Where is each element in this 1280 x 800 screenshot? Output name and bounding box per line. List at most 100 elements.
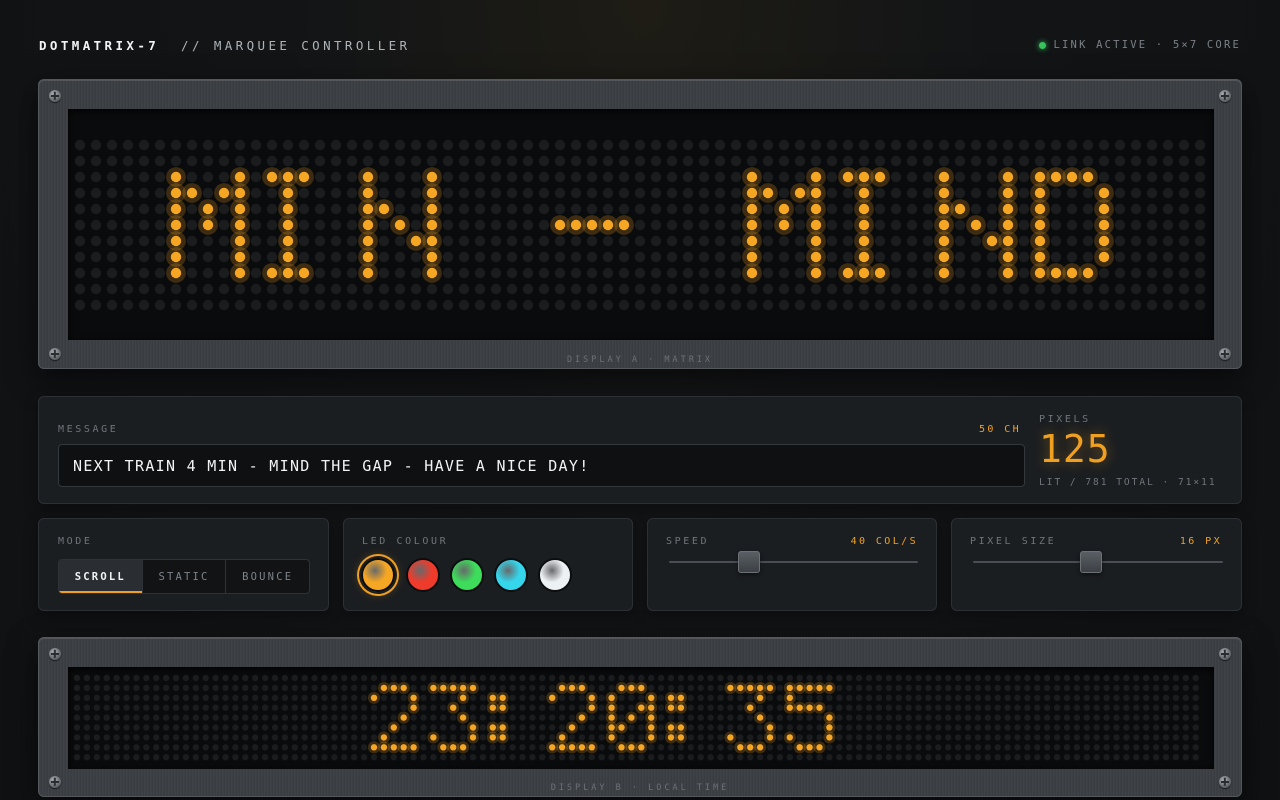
- display-b-led-off: [1162, 724, 1170, 731]
- display-b-led-off: [430, 714, 437, 721]
- display-b-led-off: [192, 704, 199, 711]
- display-b-led-off: [242, 714, 249, 721]
- display-b-led-off: [697, 684, 704, 692]
- display-b-led-off: [717, 714, 724, 721]
- display-a-led-off: [250, 139, 262, 151]
- display-a-led-on: [170, 171, 182, 183]
- display-b-led-off: [885, 684, 892, 692]
- mode-bounce-button[interactable]: BOUNCE: [226, 560, 309, 593]
- display-a-led-on: [1098, 203, 1110, 215]
- display-a-led-on: [234, 203, 246, 215]
- display-b-led-off: [133, 754, 140, 761]
- display-a-led-off: [506, 155, 518, 167]
- display-b-led-off: [1053, 674, 1061, 682]
- display-b-led-off: [974, 724, 982, 731]
- display-b-led-off: [1044, 714, 1051, 721]
- display-a-led-off: [762, 139, 774, 151]
- display-b-led-off: [539, 674, 546, 682]
- display-b-led-on: [400, 744, 407, 751]
- display-b-led-off: [776, 674, 784, 682]
- display-b-led-on: [638, 704, 645, 711]
- display-a-led-off: [250, 171, 262, 183]
- display-a-led-off: [970, 203, 982, 215]
- display-a-led-off: [1162, 251, 1174, 263]
- display-a-led-off: [506, 139, 518, 151]
- colour-swatch-amber[interactable]: [361, 558, 395, 592]
- display-a-led-on: [378, 203, 390, 215]
- display-b-led-off: [836, 714, 843, 721]
- speed-slider-track[interactable]: [669, 561, 918, 563]
- display-b-led-off: [1143, 734, 1150, 741]
- display-b-led-off: [1093, 684, 1100, 692]
- display-a-led-off: [1114, 235, 1126, 247]
- display-b-led-off: [1192, 704, 1199, 711]
- colour-swatch-white[interactable]: [538, 558, 572, 592]
- colour-swatch-red[interactable]: [406, 558, 440, 592]
- display-a-led-on: [282, 171, 294, 183]
- display-b-led-off: [341, 744, 348, 751]
- display-b-led-off: [390, 694, 397, 701]
- display-b-led-off: [192, 754, 199, 761]
- display-b-led-off: [697, 734, 704, 741]
- display-b-led-off: [964, 744, 972, 751]
- display-b-led-off: [123, 674, 130, 682]
- mode-static-button[interactable]: STATIC: [143, 560, 227, 593]
- display-b-led-off: [628, 724, 635, 731]
- display-b-led-off: [519, 694, 526, 701]
- speed-slider-thumb[interactable]: [738, 551, 761, 573]
- display-a-led-off: [1130, 171, 1142, 183]
- display-a-led-off: [794, 283, 806, 295]
- display-b-led-off: [925, 724, 932, 731]
- display-a-led-off: [90, 155, 102, 167]
- speed-label: SPEED: [666, 536, 710, 547]
- display-a-led-off: [874, 251, 886, 263]
- display-b-led-off: [618, 754, 625, 761]
- pixel-size-slider-thumb[interactable]: [1079, 551, 1102, 573]
- display-b-led-off: [994, 724, 1001, 731]
- display-b-led-on: [747, 684, 754, 692]
- display-b-led-off: [1063, 744, 1071, 751]
- display-b-led-off: [489, 754, 496, 761]
- display-a-led-off: [186, 267, 198, 279]
- display-a-led-off: [778, 171, 790, 183]
- display-b-led-off: [549, 734, 556, 741]
- display-b-led-off: [1172, 684, 1180, 692]
- display-a-led-on: [362, 219, 374, 231]
- speed-panel: SPEED 40 COL/S: [647, 518, 937, 611]
- display-a-led-off: [186, 171, 198, 183]
- display-b-led-off: [945, 674, 952, 682]
- display-a-led-off: [634, 251, 646, 263]
- colour-swatch-green[interactable]: [450, 558, 484, 592]
- message-input[interactable]: [58, 444, 1025, 487]
- display-b-led-off: [558, 714, 566, 721]
- display-a-led-off: [1178, 251, 1190, 263]
- display-b-led-off: [846, 734, 853, 741]
- display-a-led-off: [618, 299, 630, 311]
- display-a-led-off: [874, 187, 886, 199]
- display-b-led-off: [242, 674, 249, 682]
- display-b-led-off: [192, 674, 199, 682]
- display-b-led-off: [261, 724, 269, 731]
- display-b-led-off: [895, 704, 902, 711]
- display-b-led-on: [390, 684, 397, 692]
- display-b-led-off: [479, 734, 487, 741]
- display-a-led-off: [346, 203, 358, 215]
- colour-swatch-cyan[interactable]: [494, 558, 528, 592]
- display-b-led-off: [1014, 684, 1021, 692]
- display-b-led-off: [113, 704, 120, 711]
- mode-panel: MODE SCROLL STATIC BOUNCE: [38, 518, 329, 611]
- display-b-led-off: [895, 754, 902, 761]
- display-b-led-off: [370, 734, 378, 741]
- display-b-led-off: [816, 734, 823, 741]
- display-a-led-off: [906, 203, 918, 215]
- display-b-led-off: [885, 704, 892, 711]
- display-a-led-off: [186, 219, 198, 231]
- display-a-led-off: [122, 171, 134, 183]
- display-b-led-off: [252, 724, 259, 731]
- display-b-led-off: [341, 694, 348, 701]
- display-a-led-off: [458, 251, 470, 263]
- display-a-led-on: [570, 219, 582, 231]
- mode-scroll-button[interactable]: SCROLL: [59, 560, 143, 593]
- display-b-led-off: [677, 684, 685, 692]
- display-a-led-off: [122, 139, 134, 151]
